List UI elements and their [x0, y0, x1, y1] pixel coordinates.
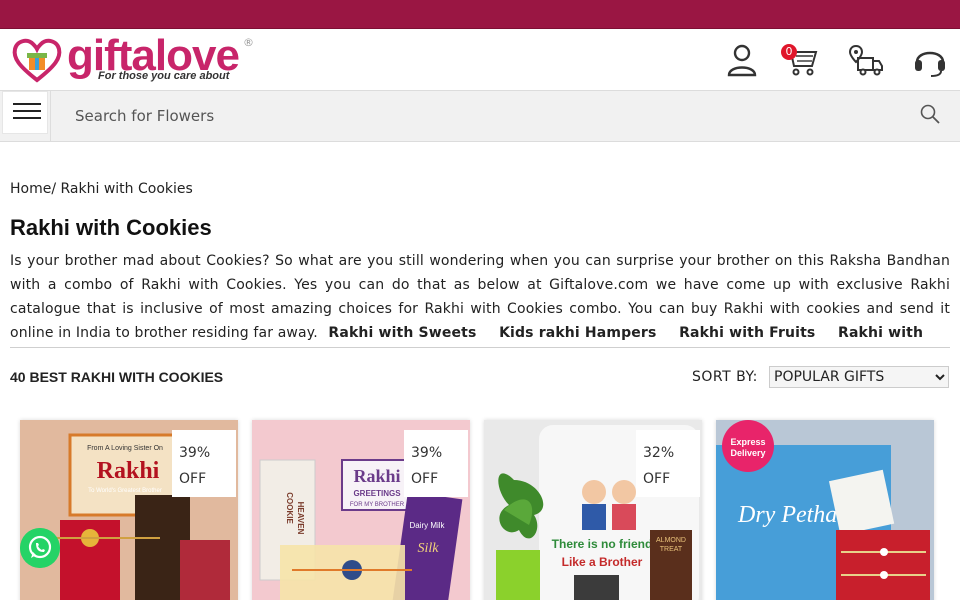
- registered-mark: ®: [243, 36, 254, 49]
- image-text: From A Loving Sister On: [87, 445, 163, 452]
- image-text: Dry Petha: [737, 502, 837, 528]
- quick-link-kids-rakhi-hampers[interactable]: Kids rakhi Hampers: [499, 325, 656, 341]
- section-divider: [10, 347, 950, 348]
- image-text: There is no friend: [552, 537, 653, 551]
- cart-count-badge: 0: [781, 44, 797, 60]
- site-header: giftalove ® For those you care about 0: [0, 29, 960, 91]
- product-card[interactable]: From A Loving Sister On Rakhi To World's…: [20, 420, 238, 600]
- image-text: FOR MY BROTHER: [350, 502, 405, 508]
- top-banner: [0, 0, 960, 29]
- menu-line: [13, 117, 41, 119]
- quick-link-rakhi-with[interactable]: Rakhi with: [838, 325, 923, 341]
- breadcrumb: Home/ Rakhi with Cookies: [10, 181, 193, 197]
- image-text: Express: [730, 437, 765, 447]
- sort-label: SORT BY:: [692, 369, 758, 385]
- breadcrumb-separator: /: [51, 181, 57, 197]
- support-headset-icon[interactable]: [912, 42, 948, 78]
- hamburger-menu-button[interactable]: [2, 91, 48, 134]
- page-title: Rakhi with Cookies: [10, 215, 212, 240]
- track-order-icon[interactable]: [848, 42, 884, 78]
- category-intro: Is your brother mad about Cookies? So wh…: [10, 249, 950, 345]
- product-card[interactable]: Express Delivery Dry Petha: [716, 420, 934, 600]
- image-text: Dairy Milk: [409, 521, 445, 530]
- image-text: ALMOND: [656, 537, 686, 544]
- heart-gift-logo-icon: [12, 38, 62, 83]
- menu-line: [13, 103, 41, 105]
- image-text: Rakhi: [353, 466, 400, 486]
- image-text: Like a Brother: [562, 555, 643, 569]
- product-card[interactable]: COOKIE HEAVEN Rakhi GREETINGS FOR MY BRO…: [252, 420, 470, 600]
- breadcrumb-home-link[interactable]: Home: [10, 181, 51, 197]
- discount-badge: 39% OFF: [404, 430, 468, 497]
- product-card[interactable]: There is no friend Like a Brother ALMOND…: [484, 420, 702, 600]
- image-text: Rakhi: [97, 458, 160, 484]
- image-text: TREAT: [660, 546, 683, 553]
- discount-badge: 39% OFF: [172, 430, 236, 497]
- quick-link-rakhi-with-sweets[interactable]: Rakhi with Sweets: [328, 325, 476, 341]
- whatsapp-chat-icon[interactable]: [20, 528, 60, 568]
- discount-percent: 39%: [179, 445, 211, 461]
- menu-line: [13, 110, 41, 112]
- sort-select[interactable]: POPULAR GIFTS: [769, 366, 949, 388]
- discount-off-label: OFF: [179, 471, 207, 487]
- discount-percent: 32%: [643, 445, 675, 461]
- search-bar-row: [0, 90, 960, 142]
- discount-badge: 32% OFF: [636, 430, 700, 497]
- image-text: HEAVEN: [296, 502, 305, 535]
- search-box: [50, 91, 960, 141]
- giftalove-logo[interactable]: giftalove ® For those you care about: [11, 31, 261, 86]
- image-text: To World's Greatest Brother: [88, 488, 162, 494]
- breadcrumb-current: Rakhi with Cookies: [60, 181, 193, 197]
- discount-off-label: OFF: [411, 471, 439, 487]
- search-input[interactable]: [75, 105, 895, 127]
- image-text: Silk: [418, 541, 440, 556]
- product-image[interactable]: Express Delivery Dry Petha: [716, 420, 934, 600]
- search-icon[interactable]: [919, 103, 941, 125]
- image-text: Delivery: [730, 448, 765, 458]
- results-count: 40 BEST RAKHI WITH COOKIES: [10, 369, 224, 385]
- image-text: COOKIE: [285, 492, 294, 524]
- logo-tagline: For those you care about: [98, 70, 230, 82]
- image-text: GREETINGS: [353, 489, 401, 498]
- discount-percent: 39%: [411, 445, 443, 461]
- quick-link-rakhi-with-fruits[interactable]: Rakhi with Fruits: [679, 325, 815, 341]
- discount-off-label: OFF: [643, 471, 671, 487]
- user-icon[interactable]: [724, 42, 760, 78]
